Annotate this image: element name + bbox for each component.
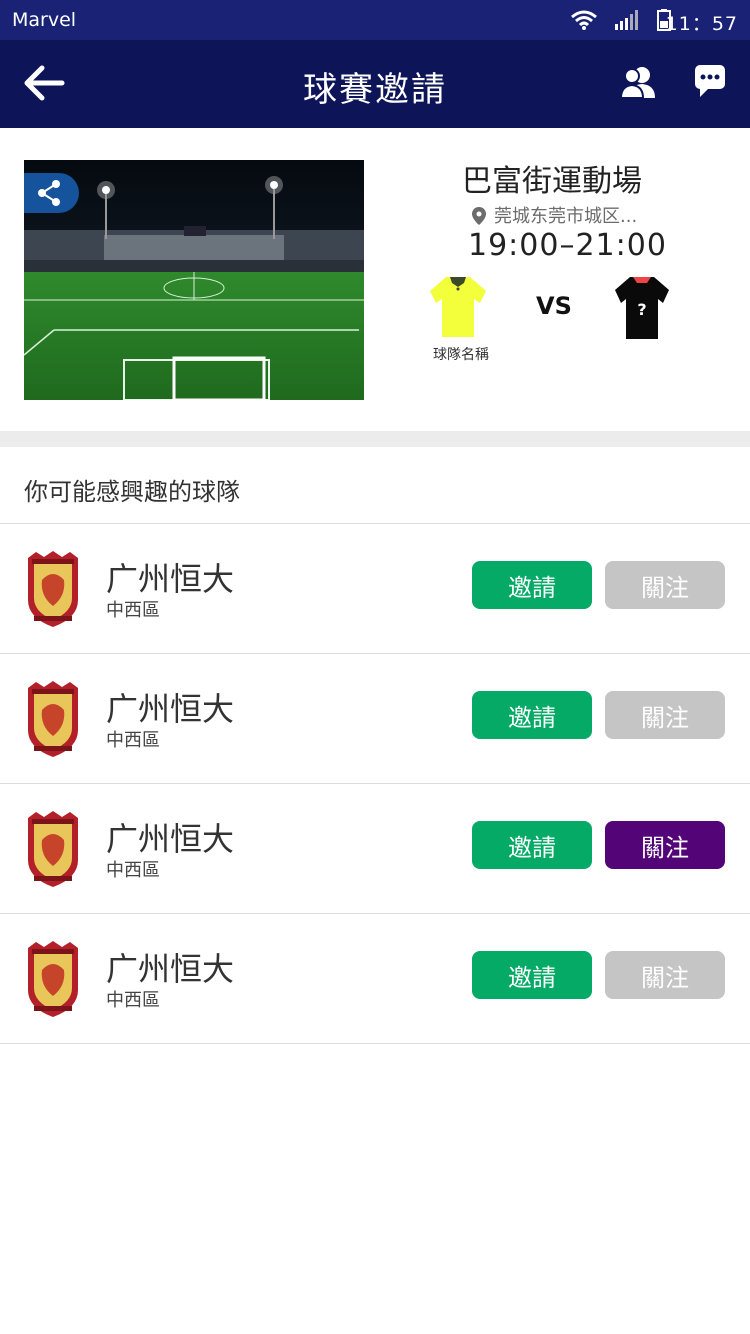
follow-button[interactable]: 關注 <box>605 951 725 999</box>
people-icon[interactable] <box>620 65 656 99</box>
location-pin-icon <box>472 207 486 225</box>
invite-button[interactable]: 邀請 <box>472 951 592 999</box>
team-name: 广州恒大 <box>106 690 235 728</box>
team-district: 中西區 <box>106 730 160 751</box>
team-crest-icon <box>28 811 78 887</box>
follow-button-active[interactable]: 關注 <box>605 821 725 869</box>
share-button[interactable] <box>24 173 79 213</box>
team-crest-icon <box>28 551 78 627</box>
address-text: 莞城东莞市城区... <box>494 206 638 227</box>
follow-button[interactable]: 關注 <box>605 691 725 739</box>
signal-icon <box>615 10 638 30</box>
invite-button[interactable]: 邀請 <box>472 561 592 609</box>
section-divider <box>0 431 750 447</box>
team-row: 广州恒大 中西區 邀請 關注 <box>0 654 750 784</box>
team-crest-icon <box>28 681 78 757</box>
clock: 11：57 <box>665 13 738 35</box>
section-title: 你可能感興趣的球隊 <box>24 478 240 506</box>
carrier-name: Marvel <box>12 9 77 31</box>
team-district: 中西區 <box>106 860 160 881</box>
share-icon <box>38 180 60 206</box>
team-name: 广州恒大 <box>106 950 235 988</box>
home-jersey-icon <box>430 277 486 337</box>
invite-button[interactable]: 邀請 <box>472 821 592 869</box>
vs-label: VS <box>536 292 572 320</box>
team-row: 广州恒大 中西區 邀請 關注 <box>0 524 750 654</box>
wifi-icon <box>571 10 597 30</box>
team-name: 广州恒大 <box>106 560 235 598</box>
team-row: 广州恒大 中西區 邀請 關注 <box>0 784 750 914</box>
chat-icon[interactable] <box>694 64 726 98</box>
team-district: 中西區 <box>106 990 160 1011</box>
match-card: 巴富街運動場 莞城东莞市城区... 19:00–21:00 VS ? 球隊名稱 <box>0 128 750 431</box>
home-team-name: 球隊名稱 <box>433 347 489 363</box>
venue-name: 巴富街運動場 <box>462 164 642 199</box>
status-bar: Marvel 11：57 <box>0 0 750 40</box>
follow-button[interactable]: 關注 <box>605 561 725 609</box>
venue-address[interactable]: 莞城东莞市城区... <box>472 202 637 228</box>
team-crest-icon <box>28 941 78 1017</box>
team-district: 中西區 <box>106 600 160 621</box>
away-jersey-icon[interactable]: ? <box>613 273 671 341</box>
invite-button[interactable]: 邀請 <box>472 691 592 739</box>
team-name: 广州恒大 <box>106 820 235 858</box>
team-row: 广州恒大 中西區 邀請 關注 <box>0 914 750 1044</box>
nav-bar: 球賽邀請 <box>0 40 750 128</box>
match-time: 19:00–21:00 <box>468 228 667 263</box>
unknown-opponent-mark: ? <box>637 300 646 319</box>
